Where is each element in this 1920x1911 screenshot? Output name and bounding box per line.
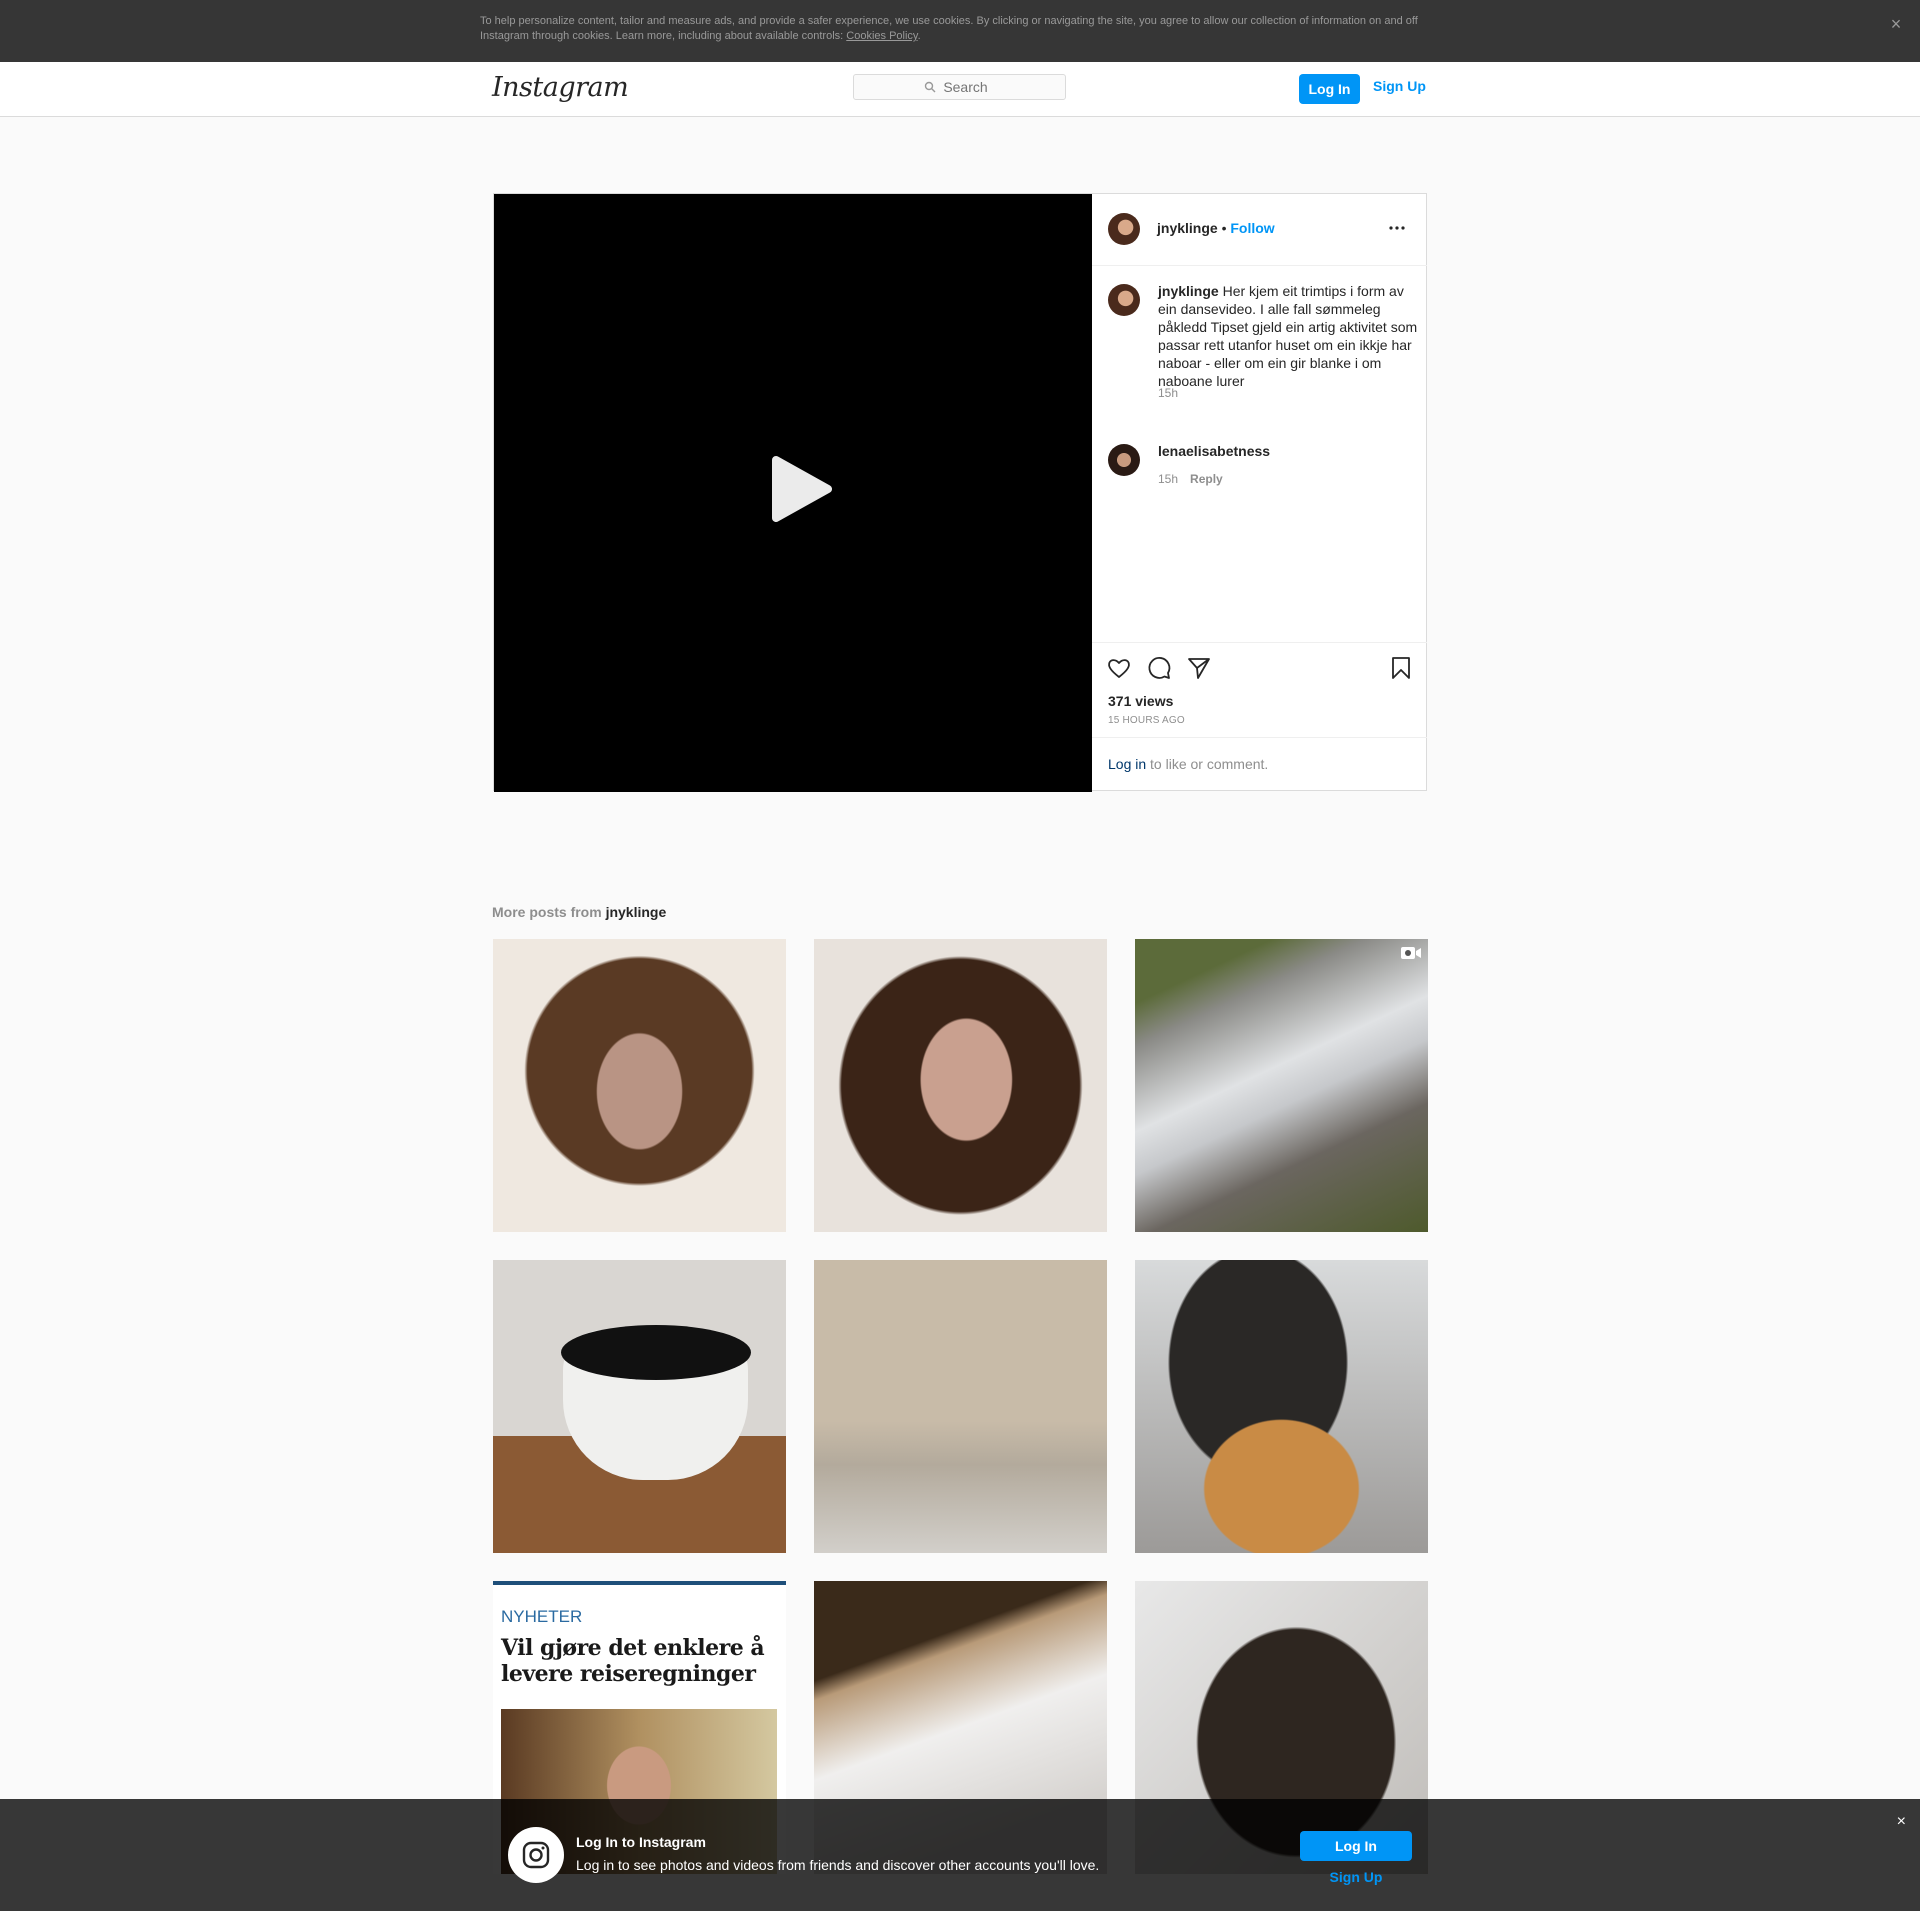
post-card: jnyklinge • Follow jnyklinge Her kjem ei… (493, 193, 1427, 792)
separator: • (1221, 220, 1227, 236)
avatar[interactable] (1108, 444, 1140, 476)
comment-time: 15h (1158, 472, 1179, 486)
caption-time: 15h (1158, 386, 1179, 400)
caption-username[interactable]: jnyklinge (1158, 283, 1219, 299)
banner-signup-link[interactable]: Sign Up (1300, 1869, 1412, 1885)
post-actions: 371 views 15 HOURS AGO (1092, 642, 1427, 743)
post-thumbnail[interactable] (493, 939, 786, 1232)
post-sidebar: jnyklinge • Follow jnyklinge Her kjem ei… (1092, 194, 1427, 792)
login-button[interactable]: Log In (1299, 74, 1360, 104)
post-thumbnail[interactable] (1135, 939, 1428, 1232)
close-icon[interactable]: × (1886, 14, 1906, 34)
bookmark-icon[interactable] (1388, 655, 1414, 681)
post-timestamp: 15 HOURS AGO (1108, 715, 1185, 726)
post-author: jnyklinge • Follow (1157, 220, 1275, 236)
reply-button[interactable]: Reply (1190, 472, 1223, 486)
cookie-message: To help personalize content, tailor and … (480, 15, 1418, 42)
instagram-camera-icon (508, 1827, 564, 1883)
cookie-banner: To help personalize content, tailor and … (0, 0, 1920, 62)
video-icon (1401, 947, 1421, 959)
comment-meta: 15h Reply (1158, 472, 1223, 486)
cookie-text: To help personalize content, tailor and … (480, 15, 1418, 42)
cookies-policy-link[interactable]: Cookies Policy (846, 30, 917, 42)
search-box[interactable] (853, 74, 1066, 100)
banner-login-button[interactable]: Log In (1300, 1831, 1412, 1861)
post-thumbnail[interactable] (814, 939, 1107, 1232)
heart-icon[interactable] (1106, 655, 1132, 681)
close-icon[interactable]: × (1897, 1813, 1906, 1831)
login-banner: Log In to Instagram Log in to see photos… (0, 1799, 1920, 1911)
view-count[interactable]: 371 views (1108, 693, 1173, 709)
login-banner-title: Log In to Instagram (576, 1834, 706, 1850)
login-prompt-text: to like or comment. (1146, 756, 1269, 772)
instagram-logo[interactable]: Instagram (492, 72, 629, 103)
login-banner-subtitle: Log in to see photos and videos from fri… (576, 1857, 1100, 1873)
comment: lenaelisabetness (1158, 442, 1418, 460)
caption: jnyklinge Her kjem eit trimtips i form a… (1158, 282, 1418, 390)
comments-list[interactable]: jnyklinge Her kjem eit trimtips i form a… (1092, 266, 1427, 636)
post-thumbnail[interactable] (1135, 1260, 1428, 1553)
comment-icon[interactable] (1146, 655, 1172, 681)
post-thumbnail[interactable] (493, 1260, 786, 1553)
play-icon[interactable] (764, 454, 834, 524)
signup-link[interactable]: Sign Up (1373, 74, 1426, 104)
follow-button[interactable]: Follow (1230, 220, 1274, 236)
top-nav: Instagram Log In Sign Up (0, 62, 1920, 117)
avatar[interactable] (1108, 213, 1140, 245)
login-link[interactable]: Log in (1108, 756, 1146, 772)
video-player[interactable] (494, 194, 1092, 792)
post-thumbnail[interactable] (814, 1260, 1107, 1553)
author-username[interactable]: jnyklinge (1157, 220, 1218, 236)
share-icon[interactable] (1186, 655, 1212, 681)
login-prompt: Log in to like or comment. (1092, 737, 1427, 793)
search-input[interactable] (854, 75, 1065, 99)
newspaper-section: NYHETER (501, 1607, 583, 1626)
comment-username[interactable]: lenaelisabetness (1158, 443, 1270, 459)
avatar[interactable] (1108, 284, 1140, 316)
newspaper-headline: Vil gjøre det enklere å levere reiseregn… (501, 1635, 765, 1687)
more-posts-prefix: More posts from (492, 904, 606, 920)
more-posts-username[interactable]: jnyklinge (606, 904, 667, 920)
more-options-icon[interactable] (1385, 216, 1409, 240)
more-posts-title: More posts from jnyklinge (492, 904, 666, 920)
post-header: jnyklinge • Follow (1092, 194, 1427, 266)
